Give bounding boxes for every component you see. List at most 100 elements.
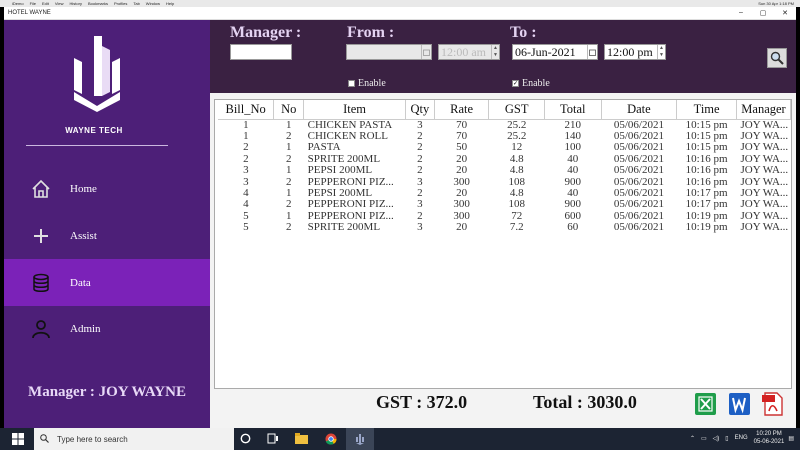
table-row[interactable]: 2 1 PASTA 2 50 12 100 05/06/2021 10:15 pm JOY WA.… — [218, 142, 791, 153]
to-time-value: 12:00 pm — [607, 45, 653, 59]
sidebar-item-home[interactable]: Home — [4, 165, 210, 212]
table-row[interactable]: 4 1 PEPSI 200ML 2 20 4.8 40 05/06/2021 10:17 pm J… — [218, 188, 791, 199]
from-enable-checkbox[interactable]: Enable — [348, 78, 386, 89]
checkbox-box[interactable] — [348, 80, 355, 87]
to-date-value: 06-Jun-2021 — [515, 45, 576, 59]
word-export-button[interactable] — [726, 391, 752, 417]
chrome-icon[interactable] — [325, 433, 337, 447]
speaker-icon[interactable]: ◁) — [713, 435, 720, 442]
table-cell: 40 — [567, 153, 579, 165]
title-bar: HOTEL WAYNE – ▢ ✕ — [4, 7, 796, 20]
network-icon[interactable]: ▭ — [701, 435, 707, 442]
minimize-button[interactable]: – — [730, 9, 752, 17]
table-cell: JOY WA... — [740, 119, 789, 131]
calendar-icon[interactable] — [587, 45, 597, 59]
table-row[interactable]: 1 2 CHICKEN ROLL 2 70 25.2 140 05/06/2021 10:15 … — [218, 131, 791, 142]
close-button[interactable]: ✕ — [774, 9, 796, 17]
table-cell: PEPPERONI PIZ... — [307, 210, 394, 222]
to-time-picker[interactable]: 12:00 pm ▲ ▼ — [604, 44, 666, 60]
table-cell: 3 — [417, 199, 423, 211]
table-cell: 3 — [243, 176, 249, 188]
table-cell: 10:15 pm — [685, 130, 728, 142]
bills-table[interactable]: Bill_No No Item Qty Rate GST Total Date … — [214, 99, 792, 389]
notification-icon[interactable]: ▤ — [788, 435, 794, 442]
excel-export-button[interactable] — [692, 391, 718, 417]
table-row[interactable]: 3 2 PEPPERONI PIZ... 3 300 108 900 05/06/2021 10… — [218, 177, 791, 188]
from-date-picker[interactable] — [346, 44, 432, 60]
table-cell: JOY WA... — [740, 176, 789, 188]
taskbar-search[interactable]: Type here to search — [34, 428, 234, 450]
table-cell: 72 — [511, 210, 523, 222]
table-cell: 1 — [243, 119, 249, 131]
mac-menu-item[interactable]: iDemo — [12, 1, 24, 6]
column-header[interactable]: Rate — [434, 100, 490, 120]
mac-menu-item[interactable]: Bookmarks — [88, 1, 108, 6]
chevron-up-icon[interactable]: ⌃ — [690, 435, 695, 442]
table-cell: 05/06/2021 — [613, 130, 664, 142]
taskbar-clock[interactable]: 10:20 PM 05-06-2021 — [754, 430, 785, 446]
manager-input[interactable] — [230, 44, 292, 60]
table-row[interactable]: 4 2 PEPPERONI PIZ... 3 300 108 900 05/06/2021 10… — [218, 199, 791, 210]
column-header[interactable]: GST — [488, 100, 545, 120]
column-header[interactable]: Manager — [736, 100, 791, 120]
word-icon — [729, 393, 750, 415]
mac-menu-item[interactable]: Window — [146, 1, 160, 6]
sidebar-item-data[interactable]: Data — [4, 259, 210, 306]
spinner-icon[interactable]: ▲ ▼ — [657, 45, 665, 59]
task-view-icon[interactable] — [267, 433, 279, 446]
sidebar-item-assist[interactable]: Assist — [4, 212, 210, 259]
mac-menu-item[interactable]: Tab — [133, 1, 139, 6]
taskbar-time: 10:20 PM — [756, 431, 782, 437]
column-header[interactable]: Item — [303, 100, 406, 120]
column-header[interactable]: Total — [544, 100, 602, 120]
table-cell: 7.2 — [509, 222, 524, 234]
search-icon — [770, 51, 784, 65]
table-row[interactable]: 2 2 SPRITE 200ML 2 20 4.8 40 05/06/2021 10:16 pm… — [218, 154, 791, 165]
table-cell: 2 — [417, 153, 423, 165]
table-cell: 2 — [417, 142, 423, 154]
pdf-export-button[interactable] — [760, 391, 786, 417]
to-enable-checkbox[interactable]: ✓ Enable — [512, 78, 550, 89]
mac-menu-item[interactable]: History — [70, 1, 82, 6]
column-header[interactable]: Bill_No — [218, 100, 275, 120]
column-header[interactable]: Time — [676, 100, 737, 120]
calendar-icon[interactable] — [421, 45, 431, 59]
mac-menu-item[interactable]: Edit — [42, 1, 49, 6]
windows-start-icon[interactable] — [12, 433, 24, 447]
to-date-picker[interactable]: 06-Jun-2021 — [512, 44, 598, 60]
mac-menu-item[interactable]: Profiles — [114, 1, 127, 6]
battery-icon[interactable]: ▯ — [725, 435, 728, 442]
mac-menu-item[interactable]: View — [55, 1, 64, 6]
search-button[interactable] — [767, 48, 787, 68]
table-cell: CHICKEN ROLL — [307, 130, 388, 142]
language-indicator[interactable]: ENG — [735, 435, 748, 441]
sidebar-item-admin[interactable]: Admin — [4, 305, 210, 352]
plus-icon — [30, 225, 52, 247]
mac-menu-item[interactable]: Help — [166, 1, 174, 6]
column-header[interactable]: No — [273, 100, 305, 120]
excel-icon — [695, 393, 716, 415]
table-cell: 05/06/2021 — [613, 153, 664, 165]
table-cell: 10:17 pm — [685, 199, 728, 211]
to-label: To : — [510, 24, 537, 41]
sidebar-item-label: Home — [70, 182, 97, 195]
cortana-icon[interactable] — [240, 433, 251, 446]
column-header[interactable]: Qty — [405, 100, 435, 120]
taskbar-search-placeholder: Type here to search — [57, 434, 128, 444]
checkbox-box[interactable]: ✓ — [512, 80, 519, 87]
spinner-icon[interactable]: ▲ ▼ — [491, 45, 499, 59]
maximize-button[interactable]: ▢ — [752, 9, 774, 17]
table-row[interactable]: 5 2 SPRITE 200ML 3 20 7.2 60 05/06/2021 10:19 pm… — [218, 222, 791, 233]
file-explorer-icon[interactable] — [295, 433, 308, 446]
manager-label: Manager : — [230, 24, 302, 41]
app-taskbar-icon[interactable] — [346, 428, 374, 450]
sidebar-item-label: Assist — [70, 229, 97, 242]
table-cell: 4.8 — [509, 165, 524, 177]
from-time-picker[interactable]: 12:00 am ▲ ▼ — [438, 44, 500, 60]
mac-menu-item[interactable]: File — [30, 1, 36, 6]
table-row[interactable]: 3 1 PEPSI 200ML 2 20 4.8 40 05/06/2021 10:16 pm J… — [218, 165, 791, 176]
table-row[interactable]: 5 1 PEPPERONI PIZ... 2 300 72 600 05/06/2021 10:… — [218, 211, 791, 222]
table-cell: SPRITE 200ML — [307, 222, 381, 234]
table-row[interactable]: 1 1 CHICKEN PASTA 3 70 25.2 210 05/06/2021 10:15… — [218, 119, 791, 131]
column-header[interactable]: Date — [601, 100, 678, 120]
